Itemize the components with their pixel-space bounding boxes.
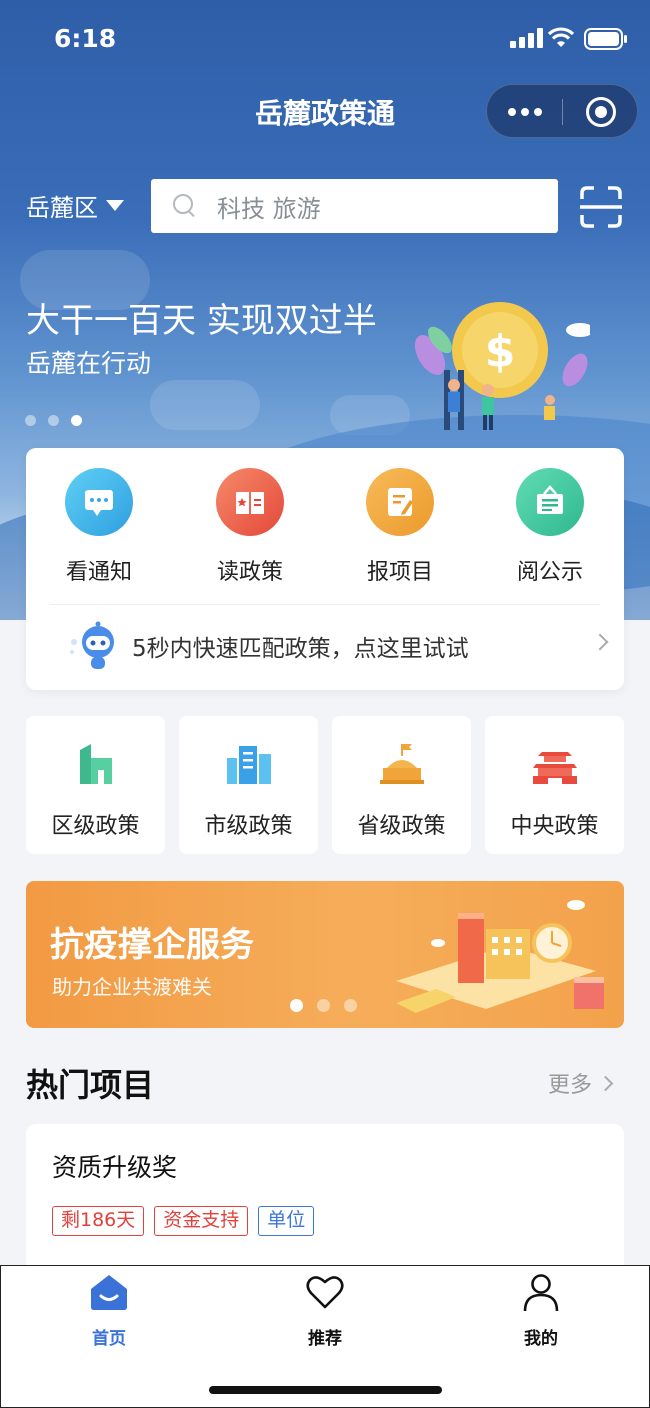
more-label: 更多 xyxy=(548,1073,593,1098)
quick-item-apply[interactable]: 报项目 xyxy=(345,468,455,586)
quick-item-label: 读政策 xyxy=(216,560,283,585)
heart-icon xyxy=(306,1276,344,1309)
project-title: 资质升级奖 xyxy=(52,1153,178,1182)
book-icon xyxy=(216,468,284,536)
signal-icon xyxy=(510,28,543,48)
promo-subtitle: 助力企业共渡难关 xyxy=(52,975,212,999)
region-label: 岳麓区 xyxy=(26,194,98,222)
search-bar[interactable]: 科技 旅游 xyxy=(151,179,558,233)
quick-item-label: 阅公示 xyxy=(516,560,583,585)
tile-label: 市级政策 xyxy=(204,814,293,839)
battery-icon xyxy=(584,28,627,50)
app-screen: 6:18 岳麓政策通 岳麓区 科技 旅游 大干一百天 实现双过半 岳麓在行动 $… xyxy=(0,0,650,1408)
mini-program-capsule xyxy=(486,84,638,138)
promo-title: 抗疫撑企服务 xyxy=(50,925,254,965)
promo-banner[interactable]: 抗疫撑企服务 助力企业共渡难关 xyxy=(26,881,624,1028)
search-icon xyxy=(173,194,197,218)
quick-item-label: 看通知 xyxy=(65,560,132,585)
chat-bubble-icon xyxy=(65,468,133,536)
city-buildings-icon xyxy=(226,746,271,784)
quick-item-notice[interactable]: 看通知 xyxy=(44,468,154,586)
promo-pagination xyxy=(290,999,357,1012)
svg-text:$: $ xyxy=(485,326,516,377)
status-time: 6:18 xyxy=(54,24,117,53)
tile-city-policy[interactable]: 市级政策 xyxy=(179,716,318,854)
search-placeholder: 科技 旅游 xyxy=(217,194,321,223)
robot-icon xyxy=(70,621,114,669)
project-tags: 剩186天 资金支持 单位 xyxy=(52,1206,315,1236)
banner-pagination xyxy=(25,415,82,426)
home-indicator xyxy=(209,1386,442,1394)
tab-mine[interactable]: 我的 xyxy=(486,1272,596,1349)
tag-deadline: 剩186天 xyxy=(52,1206,145,1236)
quick-actions-card: 看通知 读政策 报项目 阅公示 5秒内快速匹配政策，点这里试试 xyxy=(26,448,624,690)
bulletin-icon xyxy=(516,468,584,536)
banner-title: 大干一百天 实现双过半 xyxy=(26,301,377,341)
quick-item-policy[interactable]: 读政策 xyxy=(195,468,305,586)
tile-central-policy[interactable]: 中央政策 xyxy=(485,716,624,854)
tab-recommend[interactable]: 推荐 xyxy=(270,1272,380,1349)
policy-match-entry[interactable]: 5秒内快速匹配政策，点这里试试 xyxy=(64,620,609,672)
scan-icon[interactable] xyxy=(580,186,622,228)
user-icon xyxy=(523,1274,559,1312)
project-card[interactable]: 资质升级奖 剩186天 资金支持 单位 xyxy=(26,1124,624,1284)
chevron-right-icon xyxy=(591,633,609,651)
tag-applicant-type: 单位 xyxy=(258,1206,315,1236)
coin-illustration: $ xyxy=(414,302,590,430)
tag-funding: 资金支持 xyxy=(154,1206,249,1236)
tile-label: 中央政策 xyxy=(510,814,599,839)
wifi-icon xyxy=(548,27,574,47)
tiananmen-icon xyxy=(532,752,577,784)
banner-subtitle: 岳麓在行动 xyxy=(26,349,152,378)
divider xyxy=(50,604,600,605)
region-selector[interactable]: 岳麓区 xyxy=(26,188,124,223)
tab-home[interactable]: 首页 xyxy=(54,1272,164,1349)
close-mini-program-button[interactable] xyxy=(586,97,616,127)
caret-down-icon xyxy=(106,200,124,211)
government-hall-icon xyxy=(379,744,424,784)
tab-label: 推荐 xyxy=(308,1329,342,1349)
chevron-right-icon xyxy=(597,1075,614,1091)
tab-label: 首页 xyxy=(92,1329,126,1349)
district-building-icon xyxy=(79,744,112,784)
city-illustration xyxy=(396,900,604,1013)
home-icon xyxy=(91,1275,127,1310)
tile-district-policy[interactable]: 区级政策 xyxy=(26,716,165,854)
quick-item-public[interactable]: 阅公示 xyxy=(495,468,605,586)
more-menu-button[interactable] xyxy=(487,85,563,139)
tile-province-policy[interactable]: 省级政策 xyxy=(332,716,471,854)
tile-label: 区级政策 xyxy=(51,814,140,839)
quick-item-label: 报项目 xyxy=(366,560,433,585)
edit-form-icon xyxy=(366,468,434,536)
section-title-hot-projects: 热门项目 xyxy=(26,1066,155,1104)
status-bar: 6:18 xyxy=(0,0,650,80)
policy-match-text: 5秒内快速匹配政策，点这里试试 xyxy=(132,636,469,662)
more-link[interactable]: 更多 xyxy=(548,1067,614,1099)
tab-label: 我的 xyxy=(524,1329,558,1349)
tile-label: 省级政策 xyxy=(357,814,446,839)
